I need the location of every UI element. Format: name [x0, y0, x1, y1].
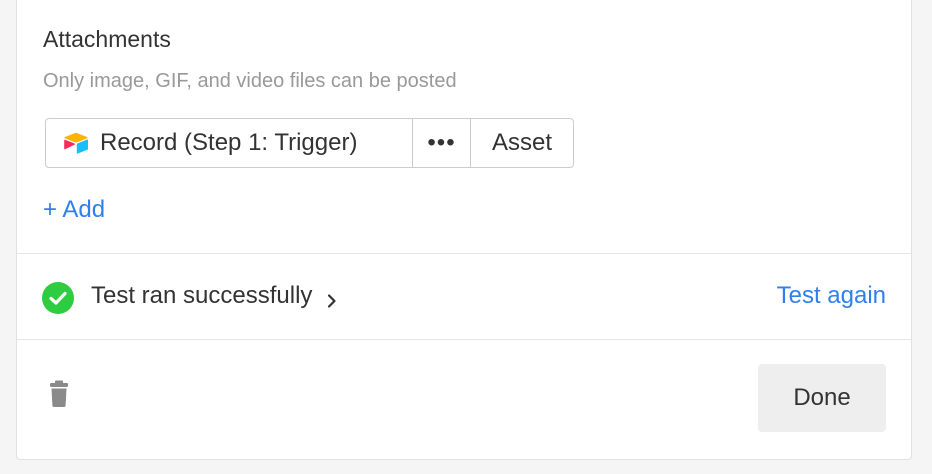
attachments-section: Attachments Only image, GIF, and video f…	[17, 0, 911, 254]
test-status-toggle[interactable]: Test ran successfully	[91, 282, 338, 310]
check-circle-icon	[42, 282, 74, 314]
token-record-segment[interactable]: Record (Step 1: Trigger)	[46, 119, 413, 167]
add-attachment-link[interactable]: + Add	[43, 196, 105, 224]
chevron-right-icon	[326, 288, 338, 308]
test-result-section: Test ran successfully Test again	[17, 254, 911, 340]
token-record-label: Record (Step 1: Trigger)	[100, 129, 358, 156]
test-again-link[interactable]: Test again	[777, 282, 886, 310]
step-config-panel: Attachments Only image, GIF, and video f…	[16, 0, 912, 460]
token-more-button[interactable]: •••	[413, 119, 471, 167]
airtable-logo-icon	[62, 131, 90, 155]
attachments-help-text: Only image, GIF, and video files can be …	[43, 70, 457, 92]
done-button[interactable]: Done	[758, 364, 886, 432]
token-field-label[interactable]: Asset	[471, 119, 573, 167]
test-status-text: Test ran successfully	[91, 282, 313, 309]
attachment-token[interactable]: Record (Step 1: Trigger) ••• Asset	[45, 118, 574, 168]
footer-section: Done	[17, 340, 911, 460]
attachments-title: Attachments	[43, 26, 171, 52]
trash-icon[interactable]	[49, 380, 69, 408]
